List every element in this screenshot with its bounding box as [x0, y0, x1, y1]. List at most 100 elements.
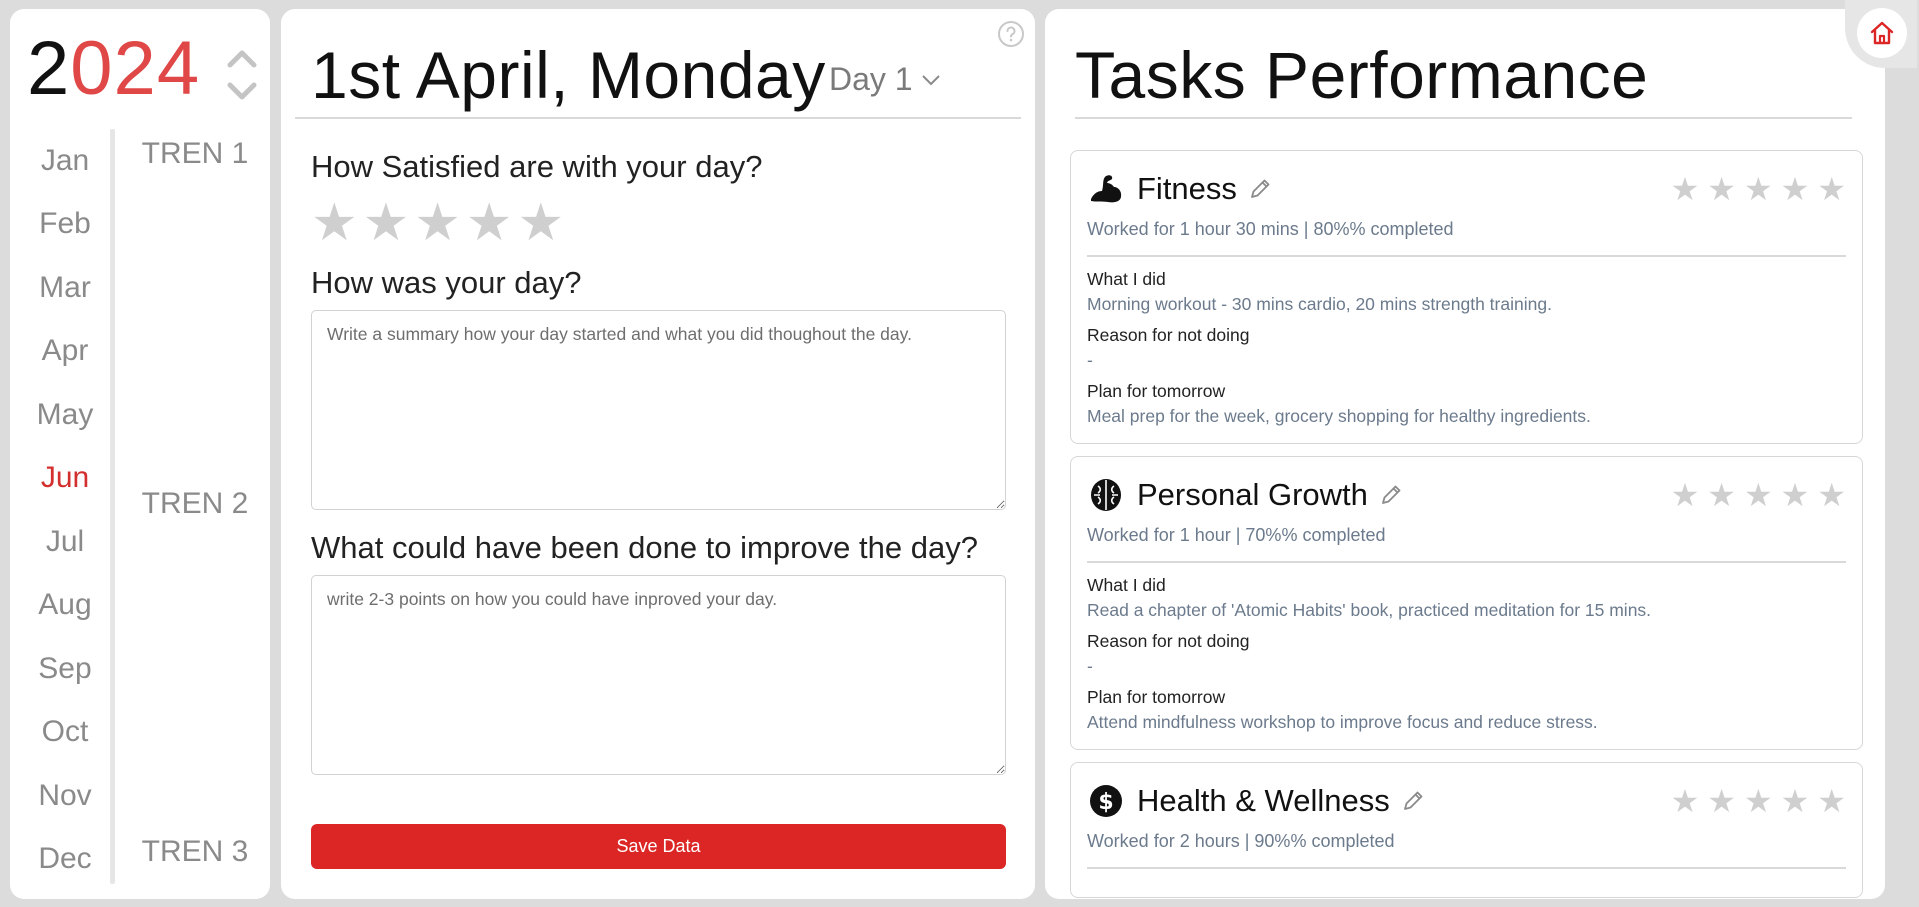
month-oct[interactable]: Oct — [10, 701, 120, 765]
star-icon[interactable]: ★ — [518, 197, 565, 249]
tasks-performance-panel: Tasks Performance Fitness ★ ★ ★ ★ ★ Worked for… — [1045, 9, 1885, 899]
year-spinner[interactable] — [222, 45, 262, 105]
divider — [1075, 117, 1852, 119]
term-3[interactable]: TREN 3 — [120, 835, 270, 869]
task-rating[interactable]: ★ ★ ★ ★ ★ — [1671, 785, 1846, 817]
month-nov[interactable]: Nov — [10, 764, 120, 828]
star-icon[interactable]: ★ — [1744, 785, 1773, 817]
star-icon[interactable]: ★ — [414, 197, 461, 249]
month-feb[interactable]: Feb — [10, 193, 120, 257]
plan-value: Attend mindfulness workshop to improve f… — [1087, 712, 1598, 732]
day-journal-panel: 1st April, Monday Day 1 How Satisfied ar… — [281, 9, 1035, 899]
how-was-day-question: How was your day? — [311, 265, 582, 300]
month-aug[interactable]: Aug — [10, 574, 120, 638]
divider — [1087, 867, 1846, 869]
year-prefix: 2 — [27, 26, 71, 111]
star-icon[interactable]: ★ — [363, 197, 410, 249]
satisfaction-rating[interactable]: ★ ★ ★ ★ ★ — [311, 197, 564, 249]
month-dec[interactable]: Dec — [10, 828, 120, 892]
what-i-did-value: Read a chapter of 'Atomic Habits' book, … — [1087, 600, 1652, 620]
divider — [1087, 255, 1846, 257]
month-apr[interactable]: Apr — [10, 320, 120, 384]
day-selector-label: Day 1 — [829, 61, 913, 97]
task-header: $ Health & Wellness ★ ★ ★ ★ ★ — [1087, 781, 1846, 821]
brain-icon — [1087, 476, 1125, 514]
help-icon[interactable] — [997, 20, 1025, 48]
plan-value: Meal prep for the week, grocery shopping… — [1087, 406, 1591, 426]
star-icon[interactable]: ★ — [1707, 479, 1736, 511]
star-icon[interactable]: ★ — [311, 197, 358, 249]
divider — [1087, 561, 1846, 563]
reason-value: - — [1087, 350, 1093, 370]
muscle-icon — [1087, 170, 1125, 208]
svg-text:$: $ — [1098, 790, 1113, 815]
home-icon — [1870, 21, 1894, 45]
what-i-did-label: What I did — [1087, 269, 1166, 289]
task-summary: Worked for 1 hour 30 mins | 80%% complet… — [1087, 219, 1454, 239]
star-icon[interactable]: ★ — [1781, 479, 1810, 511]
year-suffix: 024 — [70, 26, 201, 111]
year-display: 2024 — [27, 31, 200, 107]
task-name: Fitness — [1137, 171, 1237, 206]
divider — [295, 117, 1021, 119]
reason-label: Reason for not doing — [1087, 325, 1250, 345]
task-summary: Worked for 1 hour | 70%% completed — [1087, 525, 1386, 545]
star-icon[interactable]: ★ — [1817, 479, 1846, 511]
term-divider — [110, 129, 115, 884]
task-header: Fitness ★ ★ ★ ★ ★ — [1087, 169, 1846, 209]
star-icon[interactable]: ★ — [1671, 479, 1700, 511]
dollar-icon: $ — [1087, 782, 1125, 820]
improve-field[interactable] — [311, 575, 1006, 775]
star-icon[interactable]: ★ — [1707, 785, 1736, 817]
month-jun[interactable]: Jun — [10, 447, 120, 511]
reason-value: - — [1087, 656, 1093, 676]
star-icon[interactable]: ★ — [1781, 785, 1810, 817]
performance-title: Tasks Performance — [1075, 38, 1649, 112]
star-icon[interactable]: ★ — [1817, 173, 1846, 205]
task-card: $ Health & Wellness ★ ★ ★ ★ ★ Worked for 2 hour… — [1070, 762, 1863, 898]
save-button[interactable]: Save Data — [311, 824, 1006, 869]
day-selector[interactable]: Day 1 — [829, 61, 941, 98]
task-card: Fitness ★ ★ ★ ★ ★ Worked for 1 hour 30 mins | … — [1070, 150, 1863, 444]
star-icon[interactable]: ★ — [466, 197, 513, 249]
task-list: Fitness ★ ★ ★ ★ ★ Worked for 1 hour 30 mins | … — [1070, 150, 1863, 899]
month-may[interactable]: May — [10, 383, 120, 447]
month-sep[interactable]: Sep — [10, 637, 120, 701]
task-rating[interactable]: ★ ★ ★ ★ ★ — [1671, 479, 1846, 511]
satisfaction-question: How Satisfied are with your day? — [311, 149, 763, 184]
star-icon[interactable]: ★ — [1671, 785, 1700, 817]
calendar-sidebar: 2024 Jan Feb Mar Apr May Jun Jul Aug Sep Oct Nov De… — [10, 9, 270, 899]
task-card: Personal Growth ★ ★ ★ ★ ★ Worked for 1 hour | … — [1070, 456, 1863, 750]
task-summary: Worked for 2 hours | 90%% completed — [1087, 831, 1395, 851]
star-icon[interactable]: ★ — [1781, 173, 1810, 205]
term-1[interactable]: TREN 1 — [120, 137, 270, 171]
month-mar[interactable]: Mar — [10, 256, 120, 320]
plan-label: Plan for tomorrow — [1087, 687, 1226, 707]
month-jan[interactable]: Jan — [10, 129, 120, 193]
plan-label: Plan for tomorrow — [1087, 381, 1226, 401]
star-icon[interactable]: ★ — [1817, 785, 1846, 817]
task-name: Personal Growth — [1137, 477, 1368, 512]
edit-icon[interactable] — [1378, 482, 1404, 508]
chevron-down-icon — [921, 74, 940, 85]
improve-question: What could have been done to improve the… — [311, 530, 978, 565]
task-name: Health & Wellness — [1137, 783, 1390, 818]
star-icon[interactable]: ★ — [1671, 173, 1700, 205]
day-summary-field[interactable] — [311, 310, 1006, 510]
month-jul[interactable]: Jul — [10, 510, 120, 574]
task-rating[interactable]: ★ ★ ★ ★ ★ — [1671, 173, 1846, 205]
star-icon[interactable]: ★ — [1707, 173, 1736, 205]
star-icon[interactable]: ★ — [1744, 479, 1773, 511]
reason-label: Reason for not doing — [1087, 631, 1250, 651]
what-i-did-value: Morning workout - 30 mins cardio, 20 min… — [1087, 294, 1552, 314]
task-header: Personal Growth ★ ★ ★ ★ ★ — [1087, 475, 1846, 515]
edit-icon[interactable] — [1400, 788, 1426, 814]
edit-icon[interactable] — [1247, 176, 1273, 202]
home-button-inner — [1857, 8, 1907, 58]
term-2[interactable]: TREN 2 — [120, 487, 270, 521]
page-title: 1st April, Monday — [311, 38, 826, 112]
month-list: Jan Feb Mar Apr May Jun Jul Aug Sep Oct Nov Dec — [10, 129, 120, 891]
star-icon[interactable]: ★ — [1744, 173, 1773, 205]
chevron-up-down-icon[interactable] — [222, 45, 262, 105]
what-i-did-label: What I did — [1087, 575, 1166, 595]
